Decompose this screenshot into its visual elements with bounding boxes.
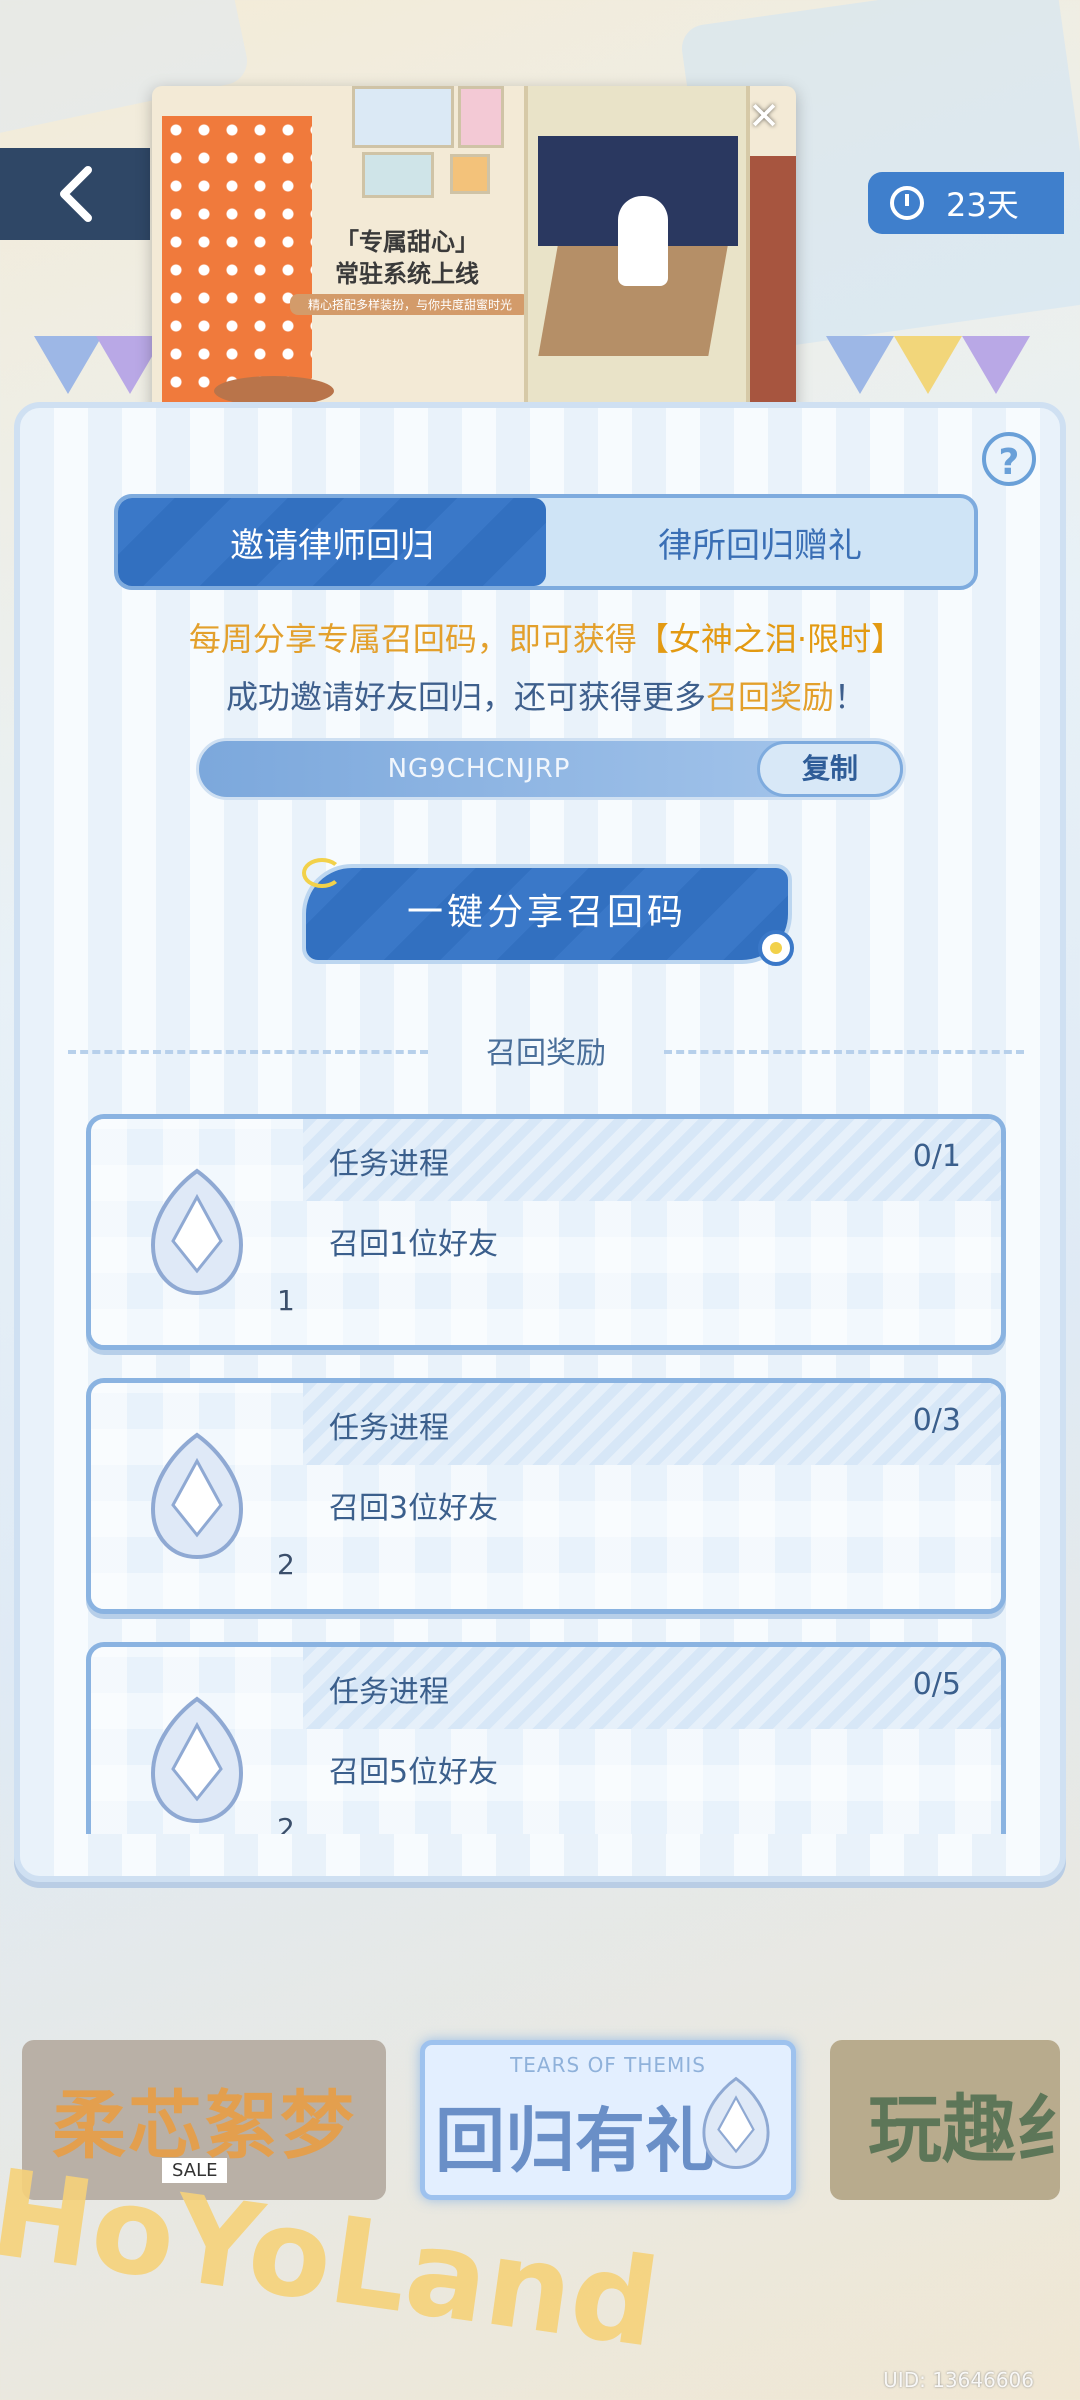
reward-item[interactable]: 1 xyxy=(109,1137,295,1337)
bunting-flag xyxy=(826,336,894,394)
task-progress: 0/5 xyxy=(912,1667,961,1702)
description-line-2: 成功邀请好友回归，还可获得更多召回奖励！ xyxy=(60,672,1032,718)
banner-subtitle: TEARS OF THEMIS xyxy=(510,2053,706,2077)
task-description: 召回5位好友 xyxy=(329,1755,499,1790)
video-picture-frame xyxy=(352,86,454,148)
close-icon[interactable]: ✕ xyxy=(744,96,784,136)
reward-item[interactable]: 2 xyxy=(109,1665,295,1834)
task-progress: 0/1 xyxy=(912,1139,961,1174)
description-reward-goddess-tear: 【女神之泪·限时】 xyxy=(636,620,904,658)
task-description: 召回1位好友 xyxy=(329,1227,499,1262)
reward-count: 1 xyxy=(277,1284,295,1317)
description-line-2-text: 成功邀请好友回归，还可获得更多 xyxy=(225,678,706,716)
task-card: 2 任务进程 0/5 召回5位好友 xyxy=(86,1642,1006,1834)
event-timer: 23天 xyxy=(868,172,1064,234)
description-reward-recall: 召回奖励 xyxy=(705,678,834,716)
video-title-line2: 常驻系统上线 xyxy=(335,260,479,288)
reward-task-list[interactable]: 1 任务进程 0/1 召回1位好友 2 任务进程 0/3 召回3位好友 2 任务… xyxy=(86,1114,1006,1834)
video-title: 「专属甜心」 常驻系统上线 xyxy=(302,226,512,290)
banner-return-gift[interactable]: TEARS OF THEMIS 回归有礼 xyxy=(420,2040,796,2200)
tab-return-gift[interactable]: 律所回归赠礼 xyxy=(546,498,974,586)
button-dot-icon xyxy=(758,930,794,966)
task-title: 任务进程 xyxy=(329,1675,449,1710)
chevron-left-icon xyxy=(60,166,92,222)
share-button-label: 一键分享召回码 xyxy=(406,892,687,933)
banner-title: 回归有礼 xyxy=(435,2100,715,2182)
banner-title: 玩趣纟 xyxy=(868,2087,1060,2173)
video-picture-frame xyxy=(458,86,504,148)
task-progress: 0/3 xyxy=(912,1403,961,1438)
task-description: 召回3位好友 xyxy=(329,1491,499,1526)
promo-video-player[interactable]: 「专属甜心」 常驻系统上线 精心搭配多样装扮，与你共度甜蜜时光 ✕ 🔈 xyxy=(152,86,796,446)
description-line-2-suffix: ！ xyxy=(834,678,867,716)
task-title: 任务进程 xyxy=(329,1411,449,1446)
tab-invite-lawyer[interactable]: 邀请律师回归 xyxy=(118,498,546,586)
crystal-gem-icon xyxy=(150,1432,244,1560)
dashed-divider-right xyxy=(664,1050,1024,1054)
banner-fun[interactable]: 玩趣纟 xyxy=(830,2040,1060,2200)
video-picture-frame xyxy=(450,154,490,194)
description-line-1: 每周分享专属召回码，即可获得【女神之泪·限时】 xyxy=(60,614,1032,660)
bunting-flag xyxy=(34,336,102,394)
video-room-scene xyxy=(524,86,750,446)
bunting-flag xyxy=(962,336,1030,394)
ribbon-knot-icon xyxy=(302,858,342,888)
tab-bar: 邀请律师回归 律所回归赠礼 xyxy=(114,494,978,590)
clock-icon xyxy=(890,186,924,220)
description-line-1-text: 每周分享专属召回码，即可获得 xyxy=(188,620,637,658)
recall-panel: ? 邀请律师回归 律所回归赠礼 每周分享专属召回码，即可获得【女神之泪·限时】 … xyxy=(14,402,1066,1882)
help-icon[interactable]: ? xyxy=(982,432,1036,486)
reward-count: 2 xyxy=(277,1548,295,1581)
task-card: 2 任务进程 0/3 召回3位好友 xyxy=(86,1378,1006,1614)
video-picture-frame xyxy=(362,152,434,198)
uid-label: UID: 13646606 xyxy=(883,2368,1034,2392)
recall-code-text: NG9CHCNJRP xyxy=(387,754,571,784)
reward-item[interactable]: 2 xyxy=(109,1401,295,1601)
task-card: 1 任务进程 0/1 召回1位好友 xyxy=(86,1114,1006,1350)
copy-button[interactable]: 复制 xyxy=(757,741,903,797)
task-title: 任务进程 xyxy=(329,1147,449,1182)
timer-text: 23天 xyxy=(946,186,1019,224)
crystal-gem-icon xyxy=(702,2076,770,2169)
video-title-line1: 「专属甜心」 xyxy=(335,228,479,256)
bunting-flag xyxy=(894,336,962,394)
back-button[interactable] xyxy=(0,148,150,240)
video-subtitle: 精心搭配多样装扮，与你共度甜蜜时光 xyxy=(290,294,530,315)
video-character xyxy=(618,196,668,286)
recall-code-box: NG9CHCNJRP 复制 xyxy=(196,738,906,800)
section-header-rewards: 召回奖励 xyxy=(68,1028,1024,1071)
crystal-gem-icon xyxy=(150,1168,244,1296)
share-recall-code-button[interactable]: 一键分享召回码 xyxy=(302,858,794,966)
reward-count: 2 xyxy=(277,1812,295,1834)
crystal-gem-icon xyxy=(150,1696,244,1824)
